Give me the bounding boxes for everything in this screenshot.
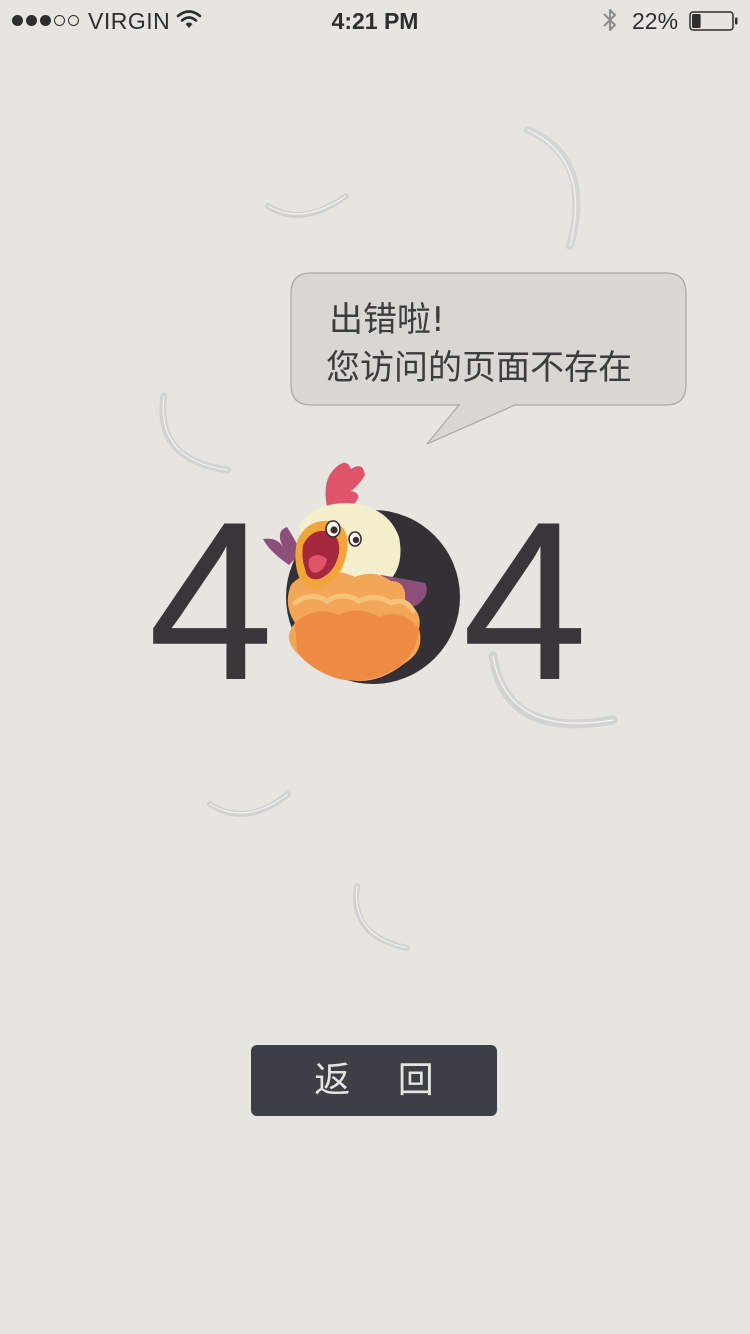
status-bar: VIRGIN 4:21 PM 22% bbox=[0, 0, 750, 40]
bluetooth-icon bbox=[603, 9, 616, 31]
battery-icon bbox=[689, 11, 738, 31]
error-code-digit-last: 4 bbox=[462, 474, 588, 727]
error-title: 出错啦! bbox=[329, 300, 445, 340]
back-button[interactable]: 返 回 bbox=[251, 1045, 497, 1116]
feather-icon bbox=[265, 193, 349, 218]
feather-icon bbox=[353, 883, 410, 951]
battery-fill bbox=[692, 14, 701, 28]
error-404-screen: VIRGIN 4:21 PM 22% 出错啦! 您访问的页面不存在 4 4 返 … bbox=[0, 0, 750, 1334]
battery-percent: 22% bbox=[632, 8, 679, 34]
error-message: 出错啦! 您访问的页面不存在 bbox=[326, 296, 632, 392]
feather-icon bbox=[159, 392, 232, 474]
feather-icon bbox=[524, 126, 581, 250]
error-description: 您访问的页面不存在 bbox=[326, 348, 632, 388]
feather-icon bbox=[207, 791, 291, 817]
chicken-mascot-icon bbox=[263, 462, 460, 684]
